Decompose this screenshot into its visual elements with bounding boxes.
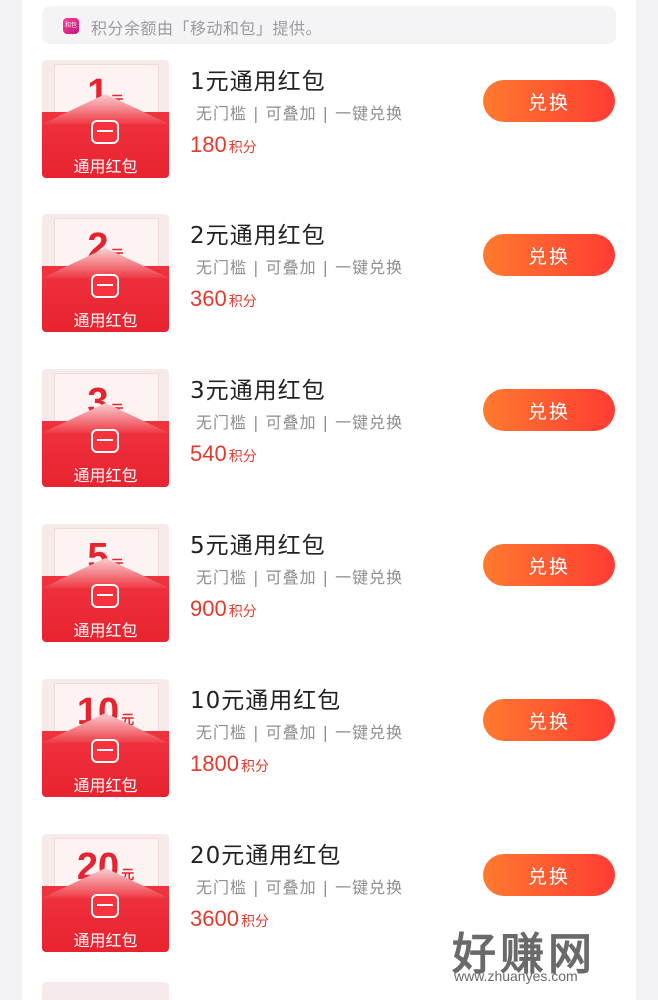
red-envelope-icon: 1元 通用红包 (42, 60, 169, 178)
notice-text: 积分余额由「移动和包」提供。 (91, 19, 323, 38)
watermark-url: www.zhuanyes.com (454, 968, 578, 984)
item-title: 1元通用红包 (190, 69, 326, 95)
envelope-clasp-icon (91, 894, 119, 918)
item-title: 10元通用红包 (190, 688, 342, 714)
redeem-button[interactable]: 兑换 (483, 854, 615, 896)
red-envelope-icon: 10 元 通用红包 (42, 679, 169, 797)
red-envelope-icon (42, 982, 169, 1000)
red-envelope-icon: 2元 通用红包 (42, 214, 169, 332)
envelope-label: 通用红包 (73, 621, 138, 640)
redeem-button[interactable]: 兑换 (483, 80, 615, 122)
hebao-logo-icon: 和包 (63, 18, 79, 34)
item-title: 5元通用红包 (190, 533, 326, 559)
envelope-clasp-icon (91, 429, 119, 453)
redeem-button[interactable]: 兑换 (483, 699, 615, 741)
item-tags: 无门槛 | 可叠加 | 一键兑换 (196, 258, 404, 277)
list-item: 1元 通用红包 1元通用红包 无门槛 | 可叠加 | 一键兑换 180积分 兑换 (0, 60, 658, 200)
item-tags: 无门槛 | 可叠加 | 一键兑换 (196, 878, 404, 897)
item-points: 540 积分 (190, 441, 257, 466)
envelope-label: 通用红包 (73, 311, 138, 330)
item-title: 20元通用红包 (190, 843, 342, 869)
list-item: 10 元 通用红包 10元通用红包 无门槛 | 可叠加 | 一键兑换 1800 积分… (0, 679, 658, 819)
envelope-label: 通用红包 (73, 776, 138, 795)
watermark: 好赚网 www.zhuanyes.com (446, 918, 642, 988)
list-item: 2元 通用红包 2元通用红包 无门槛 | 可叠加 | 一键兑换 360积分 兑换 (0, 214, 658, 354)
envelope-clasp-icon (91, 274, 119, 298)
envelope-clasp-icon (91, 739, 119, 763)
item-tags: 无门槛 | 可叠加 | 一键兑换 (196, 104, 404, 123)
redeem-button[interactable]: 兑换 (483, 544, 615, 586)
item-title: 3元通用红包 (190, 378, 326, 404)
item-points: 360 积分 (190, 286, 257, 311)
red-envelope-icon: 20 元 通用红包 (42, 834, 169, 952)
red-envelope-icon: 3元 通用红包 (42, 369, 169, 487)
item-tags: 无门槛 | 可叠加 | 一键兑换 (196, 413, 404, 432)
envelope-label: 通用红包 (73, 931, 138, 950)
list-item: 3元 通用红包 3元通用红包 无门槛 | 可叠加 | 一键兑换 540积分 兑换 (0, 369, 658, 509)
item-title: 2元通用红包 (190, 223, 326, 249)
envelope-clasp-icon (91, 584, 119, 608)
list-item: 5元 通用红包 5元通用红包 无门槛 | 可叠加 | 一键兑换 900积分 兑换 (0, 524, 658, 664)
item-tags: 无门槛 | 可叠加 | 一键兑换 (196, 568, 404, 587)
balance-notice: 和包 积分余额由「移动和包」提供。 (42, 6, 616, 44)
envelope-label: 通用红包 (73, 157, 138, 176)
item-tags: 无门槛 | 可叠加 | 一键兑换 (196, 723, 404, 742)
item-points: 3600 积分 (190, 906, 269, 931)
item-points: 900 积分 (190, 596, 257, 621)
item-points: 1800 积分 (190, 751, 269, 776)
envelope-clasp-icon (91, 120, 119, 144)
envelope-label: 通用红包 (73, 466, 138, 485)
red-envelope-icon: 5元 通用红包 (42, 524, 169, 642)
redeem-button[interactable]: 兑换 (483, 234, 615, 276)
item-points: 180 积分 (190, 132, 257, 157)
redeem-button[interactable]: 兑换 (483, 389, 615, 431)
